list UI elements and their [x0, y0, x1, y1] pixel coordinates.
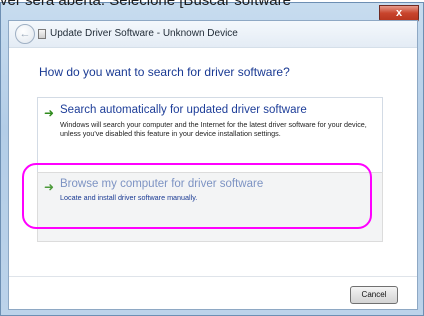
dialog-header: ← Update Driver Software - Unknown Devic… [9, 21, 417, 48]
footer-divider [9, 276, 417, 277]
option-description: Windows will search your computer and th… [60, 120, 367, 138]
question-heading: How do you want to search for driver sof… [39, 65, 290, 79]
dialog-title: Update Driver Software - Unknown Device [50, 28, 238, 39]
device-icon [38, 29, 46, 39]
option-title: Search automatically for updated driver … [60, 104, 307, 116]
cancel-button[interactable]: Cancel [350, 286, 398, 304]
green-arrow-icon: ➜ [44, 106, 55, 120]
highlight-annotation [22, 163, 372, 229]
back-arrow-icon[interactable]: ← [15, 24, 35, 44]
